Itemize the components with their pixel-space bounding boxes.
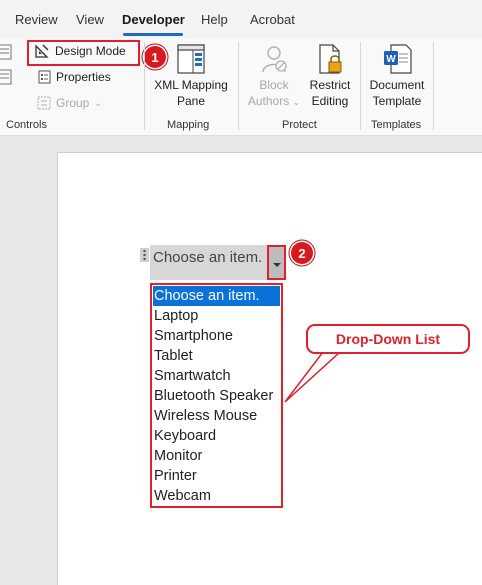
drop-down-list-callout: Drop-Down List (306, 324, 470, 354)
callout-pointer (284, 351, 342, 403)
